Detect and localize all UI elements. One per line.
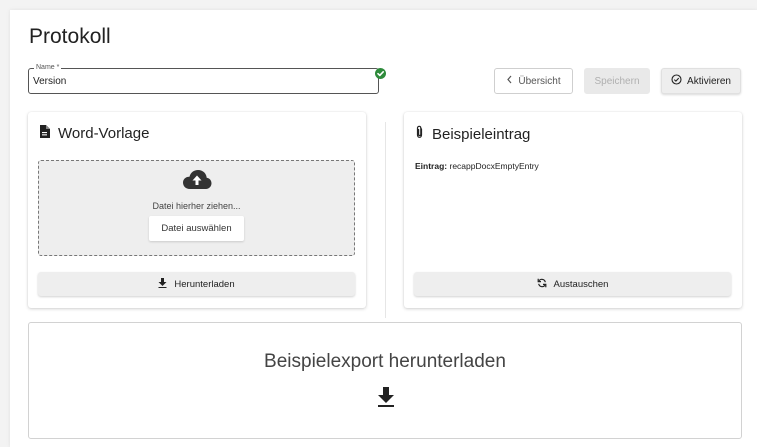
- entry-value: recappDocxEmptyEntry: [449, 161, 539, 171]
- export-label: Beispielexport herunterladen: [264, 351, 506, 372]
- example-entry-card: Beispieleintrag Eintrag: recappDocxEmpty…: [404, 112, 742, 308]
- download-icon: [377, 387, 395, 412]
- save-button-label: Speichern: [594, 75, 640, 87]
- replace-label: Austauschen: [553, 278, 609, 290]
- page-title: Protokoll: [29, 25, 111, 48]
- file-dropzone[interactable]: Datei hierher ziehen... Datei auswählen: [38, 160, 355, 256]
- entry-label: Eintrag:: [415, 161, 448, 171]
- example-export-download[interactable]: Beispielexport herunterladen: [28, 322, 742, 439]
- word-template-title: Word-Vorlage: [39, 125, 149, 142]
- example-entry-title-text: Beispieleintrag: [432, 125, 531, 143]
- select-file-button[interactable]: Datei auswählen: [149, 216, 244, 241]
- valid-check-icon: [375, 68, 386, 79]
- save-button[interactable]: Speichern: [584, 68, 650, 94]
- document-icon: [39, 125, 50, 142]
- name-field[interactable]: Name *: [28, 64, 379, 94]
- name-input[interactable]: [33, 73, 373, 89]
- check-circle-icon: [671, 74, 682, 88]
- chevron-left-icon: [506, 75, 513, 87]
- refresh-icon: [537, 278, 547, 291]
- word-template-card: Word-Vorlage Datei hierher ziehen... Dat…: [28, 112, 366, 308]
- word-template-title-text: Word-Vorlage: [58, 125, 150, 142]
- paperclip-icon: [415, 125, 424, 143]
- entry-line: Eintrag: recappDocxEmptyEntry: [415, 161, 539, 171]
- overview-button-label: Übersicht: [518, 75, 561, 87]
- dropzone-hint: Datei hierher ziehen...: [152, 201, 241, 211]
- page-container: Protokoll Name * Übersicht Speichern Akt…: [10, 10, 757, 447]
- name-field-label: Name *: [34, 64, 62, 72]
- column-divider: [385, 122, 386, 318]
- activate-button[interactable]: Aktivieren: [661, 68, 741, 94]
- download-template-button[interactable]: Herunterladen: [38, 272, 355, 296]
- overview-button[interactable]: Übersicht: [494, 68, 573, 94]
- download-template-label: Herunterladen: [174, 278, 235, 290]
- example-entry-title: Beispieleintrag: [415, 125, 530, 143]
- cloud-upload-icon: [182, 169, 212, 196]
- activate-button-label: Aktivieren: [687, 75, 731, 87]
- replace-button[interactable]: Austauschen: [414, 272, 731, 296]
- download-icon: [158, 277, 167, 291]
